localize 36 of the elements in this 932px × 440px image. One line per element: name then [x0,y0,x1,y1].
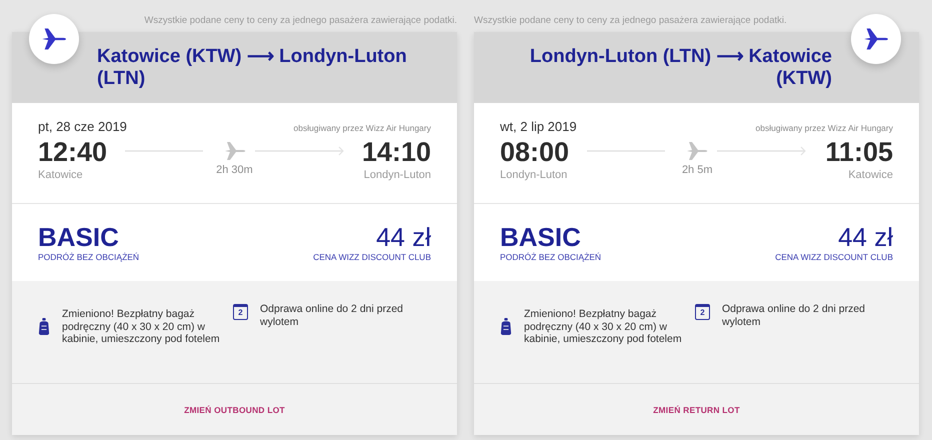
price-label: CENA WIZZ DISCOUNT CLUB [313,252,431,262]
backpack-icon [38,318,50,336]
flight-duration: 2h 30m [216,164,253,176]
feature-text: Odprawa online do 2 dni przed wylotem [722,303,866,328]
price-label: CENA WIZZ DISCOUNT CLUB [775,252,893,262]
price-notice: Wszystkie podane ceny to ceny za jednego pasażera zawierające podatki. [474,14,788,28]
calendar-icon: 2 [233,304,248,320]
feature-text: Zmieniono! Bezpłatny bagaż podręczny (40 x 30 x 20 cm) w kabinie, umieszczony pod fotelem [62,308,221,346]
operator-text: obsługiwany przez Wizz Air Hungary [294,123,431,133]
price: 44 zł [837,223,893,251]
route-title: Katowice (KTW) ⟶ Londyn-Luton (LTN) [97,46,407,90]
flight-date: wt, 2 lip 2019 [500,119,577,134]
route-title: Londyn-Luton (LTN) ⟶ Katowice (KTW) [528,46,832,90]
fare-name: BASIC [500,223,582,251]
backpack-icon [500,318,512,336]
flight-date: pt, 28 cze 2019 [38,119,127,134]
feature-text: Odprawa online do 2 dni przed wylotem [260,303,404,328]
price-notice: Wszystkie podane ceny to ceny za jednego pasażera zawierające podatki. [143,14,457,28]
arrival-city: Londyn-Luton [364,169,431,181]
arrival-city: Katowice [848,169,893,181]
fare-subtitle: PODRÓŻ BEZ OBCIĄŻEŃ [500,252,602,262]
arrival-time: 11:05 [825,136,893,168]
fare-subtitle: PODRÓŻ BEZ OBCIĄŻEŃ [38,252,140,262]
departure-city: Londyn-Luton [500,169,568,181]
feature-text: Zmieniono! Bezpłatny bagaż podręczny (40 x 30 x 20 cm) w kabinie, umieszczony pod fotelem [524,308,683,346]
departure-time: 12:40 [38,136,108,168]
fare-name: BASIC [38,223,120,251]
arrival-time: 14:10 [362,136,431,168]
operator-text: obsługiwany przez Wizz Air Hungary [756,123,893,133]
change-flight-button[interactable]: ZMIEŃ OUTBOUND LOT [174,398,295,420]
change-flight-button[interactable]: ZMIEŃ RETURN LOT [643,398,750,420]
flight-duration: 2h 5m [682,164,713,176]
departure-time: 08:00 [500,136,570,168]
departure-city: Katowice [38,169,84,181]
calendar-icon: 2 [695,304,710,320]
price: 44 zł [375,223,431,251]
